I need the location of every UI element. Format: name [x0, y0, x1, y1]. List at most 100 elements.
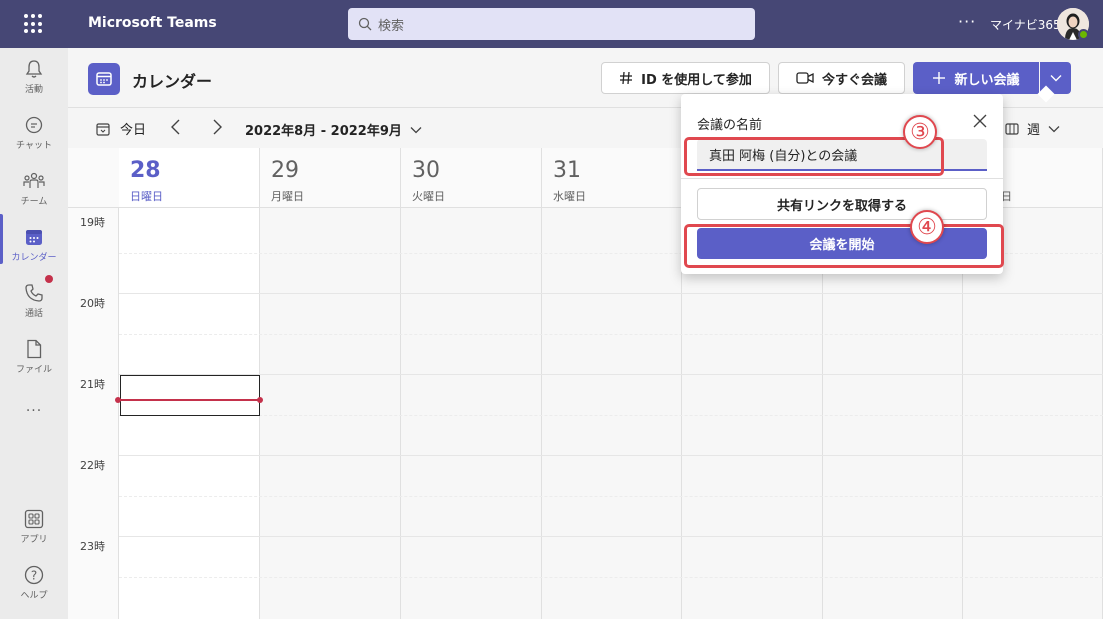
rail-item-help[interactable]: ? ヘルプ [0, 556, 68, 610]
time-label: 21時 [80, 378, 105, 391]
view-switcher-button[interactable]: 週 [1005, 119, 1060, 138]
selected-time-slot[interactable] [120, 375, 260, 416]
hour-line [119, 536, 1103, 537]
hour-line [119, 374, 1103, 375]
current-time-dot [115, 397, 121, 403]
day-name: 火曜日 [412, 190, 445, 203]
org-name[interactable]: マイナビ365 [990, 16, 1061, 33]
day-name: 日曜日 [130, 190, 163, 203]
time-gutter-header [68, 148, 120, 208]
chat-icon [25, 116, 43, 134]
divider [681, 178, 1003, 179]
annotation-highlight-start-button [684, 224, 1004, 268]
half-hour-line [119, 334, 1103, 335]
meet-now-label: 今すぐ会議 [821, 72, 887, 88]
day-name: 水曜日 [553, 190, 586, 203]
rail-label: 活動 [24, 85, 43, 95]
half-hour-line [119, 415, 1103, 416]
rail-label: ヘルプ [20, 591, 48, 601]
chevron-down-icon [1050, 75, 1061, 82]
video-icon [796, 72, 814, 84]
help-icon: ? [24, 565, 44, 585]
current-time-dot [257, 397, 263, 403]
day-number: 29 [271, 158, 299, 183]
plus-icon [933, 72, 946, 84]
rail-label: チーム [20, 197, 48, 207]
time-label: 22時 [80, 459, 105, 472]
annotation-highlight-name-field [684, 137, 944, 176]
today-label: 今日 [120, 123, 147, 138]
time-gutter: 19時 20時 21時 22時 23時 [68, 208, 119, 619]
notification-dot [45, 275, 53, 283]
rail-item-apps[interactable]: アプリ [0, 500, 68, 554]
half-hour-line [119, 577, 1103, 578]
search-input[interactable]: 検索 [348, 8, 755, 40]
meeting-name-label: 会議の名前 [697, 118, 763, 133]
rail-item-calendar[interactable]: カレンダー [0, 218, 68, 272]
bell-icon [25, 60, 43, 78]
file-icon [27, 339, 42, 359]
view-label: 週 [1027, 123, 1041, 138]
page-title: カレンダー [132, 72, 213, 91]
time-label: 20時 [80, 297, 105, 310]
rail-item-chat[interactable]: チャット [0, 106, 68, 160]
calendar-app-icon [88, 63, 120, 95]
top-bar: Microsoft Teams 検索 ··· マイナビ365 [0, 0, 1103, 48]
hash-icon [620, 71, 633, 85]
rail-more-icon[interactable]: ··· [0, 384, 68, 438]
search-icon [358, 17, 372, 31]
day-number: 31 [553, 158, 581, 183]
day-header[interactable]: 31 水曜日 [542, 148, 682, 208]
rail-item-files[interactable]: ファイル [0, 330, 68, 384]
hour-line [119, 455, 1103, 456]
chevron-left-icon [171, 119, 180, 135]
rail-label: チャット [16, 141, 52, 151]
annotation-step-3: ③ [903, 115, 937, 149]
day-header[interactable]: 29 月曜日 [260, 148, 401, 208]
current-time-indicator [119, 399, 260, 401]
chevron-down-icon [1048, 125, 1060, 132]
day-header[interactable]: 30 火曜日 [401, 148, 542, 208]
rail-item-teams[interactable]: チーム [0, 162, 68, 216]
chevron-right-icon [213, 119, 222, 135]
today-button[interactable]: 今日 [96, 119, 146, 138]
day-column[interactable] [401, 208, 542, 619]
rail-item-calls[interactable]: 通話 [0, 274, 68, 328]
app-rail: 活動 チャット チーム カレンダー 通話 ファイル ··· アプリ ? ヘルプ [0, 48, 68, 619]
search-placeholder: 検索 [378, 18, 405, 34]
day-column[interactable] [260, 208, 401, 619]
calendar-icon [26, 230, 42, 245]
time-label: 19時 [80, 216, 105, 229]
rail-label: 通話 [24, 309, 43, 319]
time-label: 23時 [80, 540, 105, 553]
app-title: Microsoft Teams [88, 15, 217, 31]
chevron-down-icon [410, 126, 422, 133]
app-launcher-icon[interactable] [24, 14, 44, 34]
date-range-picker[interactable]: 2022年8月 - 2022年9月 [245, 120, 422, 139]
day-column[interactable] [542, 208, 682, 619]
svg-text:?: ? [31, 569, 37, 583]
new-meeting-button[interactable]: 新しい会議 [913, 62, 1039, 94]
join-with-id-label: ID を使用して参加 [641, 72, 752, 88]
date-range-label: 2022年8月 - 2022年9月 [245, 124, 402, 139]
close-icon [973, 114, 987, 128]
get-share-link-button[interactable]: 共有リンクを取得する [697, 188, 987, 220]
phone-icon [25, 284, 43, 302]
day-header[interactable]: 28 日曜日 [119, 148, 260, 208]
day-name: 月曜日 [271, 190, 304, 203]
next-week-button[interactable] [211, 119, 223, 138]
rail-active-indicator [0, 214, 3, 264]
more-options-icon[interactable]: ··· [958, 12, 976, 31]
rail-item-activity[interactable]: 活動 [0, 50, 68, 104]
meet-now-button[interactable]: 今すぐ会議 [778, 62, 905, 94]
teams-icon [23, 172, 45, 188]
apps-icon [24, 509, 44, 529]
annotation-step-4: ④ [910, 210, 944, 244]
rail-label: ファイル [15, 365, 52, 375]
previous-week-button[interactable] [170, 119, 182, 138]
calendar-today-icon [96, 122, 110, 136]
close-button[interactable] [973, 114, 987, 131]
join-with-id-button[interactable]: ID を使用して参加 [601, 62, 770, 94]
hour-line [119, 293, 1103, 294]
rail-label: アプリ [20, 535, 48, 545]
